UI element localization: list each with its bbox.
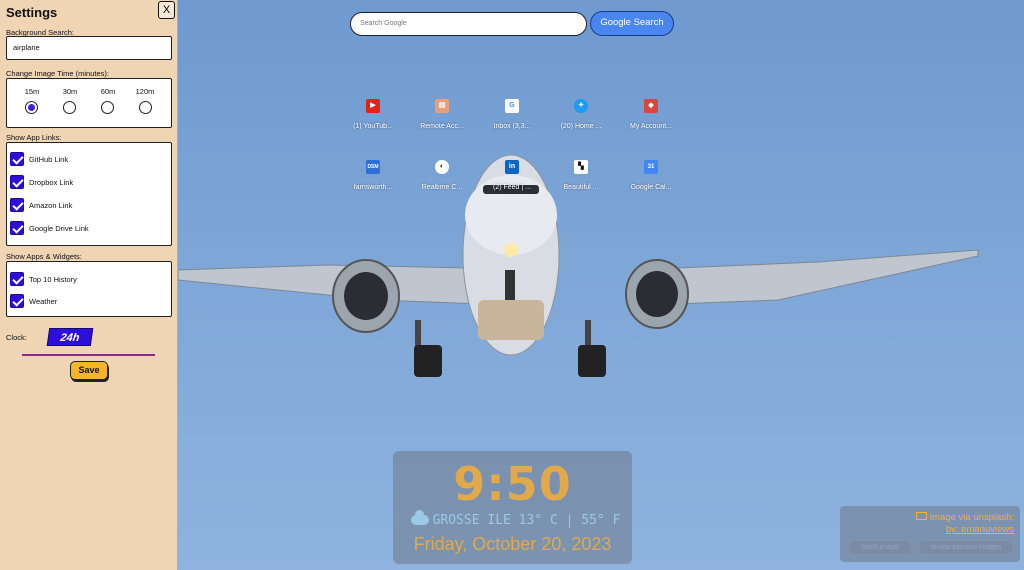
checkbox-row-github[interactable]: GitHub Link xyxy=(10,151,68,167)
attribution-source-text: image via unsplash: xyxy=(930,512,1014,523)
checkbox-checked[interactable] xyxy=(10,152,24,166)
realtime-icon: ◐ xyxy=(435,160,449,174)
search-input[interactable]: Search Google xyxy=(350,12,587,36)
review-blocked-images-button[interactable]: review blocked images xyxy=(918,540,1014,555)
radio-label-30m: 30m xyxy=(62,87,78,96)
shortcut-label: My Account... xyxy=(629,123,673,130)
app-links-label: Show App Links: xyxy=(6,133,62,142)
checkbox-row-google-drive[interactable]: Google Drive Link xyxy=(10,220,89,236)
youtube-icon: ▶ xyxy=(366,99,380,113)
clock-label: Clock: xyxy=(6,333,27,342)
clock-weather-widget: 9:50 GROSSE ILE 13° C | 55° F Friday, Oc… xyxy=(393,451,632,564)
photographer-link[interactable]: by: emanuviews xyxy=(946,524,1014,535)
shortcut-linkedin[interactable]: in (2) Feed | ... xyxy=(477,160,547,204)
radio-15m[interactable] xyxy=(25,101,38,114)
checkbox-checked[interactable] xyxy=(10,198,24,212)
shortcut-my-account[interactable]: ◆ My Account... xyxy=(616,99,686,143)
calendar-icon: 31 xyxy=(644,160,658,174)
shortcut-farnsworth[interactable]: DSM farnsworth... xyxy=(338,160,408,204)
checkbox-checked[interactable] xyxy=(10,294,24,308)
checkbox-label: GitHub Link xyxy=(29,154,69,164)
shortcut-label: (1) YouTub... xyxy=(353,123,393,130)
shortcut-youtube[interactable]: ▶ (1) YouTub... xyxy=(338,99,408,143)
weather-text: GROSSE ILE 13° C | 55° F xyxy=(432,513,621,528)
shortcut-label: Beautiful ... xyxy=(563,184,599,191)
shortcut-label: (2) Feed | ... xyxy=(493,184,531,191)
close-settings-button[interactable]: X xyxy=(158,1,175,19)
image-time-radio-group: 15m 30m 60m 120m xyxy=(6,78,172,128)
twitter-icon: ✦ xyxy=(574,99,588,113)
radio-120m[interactable] xyxy=(139,101,152,114)
linkedin-icon: in xyxy=(505,160,519,174)
cloud-icon xyxy=(410,510,429,525)
image-time-label: Change Image Time (minutes): xyxy=(6,69,109,78)
checkbox-row-dropbox[interactable]: Dropbox Link xyxy=(10,174,73,190)
shortcut-label: (20) Home ... xyxy=(560,123,602,130)
attribution-source: image via unsplash: xyxy=(916,512,1014,523)
shortcut-label: Inbox (3,3... xyxy=(493,123,531,130)
gmail-icon: G xyxy=(505,99,519,113)
checkbox-label: Top 10 History xyxy=(29,274,77,284)
shortcut-google-calendar[interactable]: 31 Google Cal... xyxy=(616,160,686,204)
checkbox-checked[interactable] xyxy=(10,272,24,286)
shortcut-unsplash[interactable]: ▚ Beautiful ... xyxy=(546,160,616,204)
save-button[interactable]: Save xyxy=(70,361,108,380)
radio-label-120m: 120m xyxy=(135,87,155,96)
shortcut-label: Google Cal... xyxy=(630,184,672,191)
unsplash-icon: ▚ xyxy=(574,160,588,174)
google-search-button[interactable]: Google Search xyxy=(590,11,674,36)
widgets-label: Show Apps & Widgets: xyxy=(6,252,82,261)
shortcut-label: farnsworth... xyxy=(353,184,393,191)
radio-30m[interactable] xyxy=(63,101,76,114)
shortcut-remote-access[interactable]: ▤ Remote Acc... xyxy=(407,99,477,143)
remote-access-icon: ▤ xyxy=(435,99,449,113)
checkbox-label: Google Drive Link xyxy=(29,223,89,233)
radio-label-60m: 60m xyxy=(100,87,116,96)
checkbox-row-top-history[interactable]: Top 10 History xyxy=(10,271,77,287)
checkbox-checked[interactable] xyxy=(10,221,24,235)
checkbox-checked[interactable] xyxy=(10,175,24,189)
image-attribution: image via unsplash: by: emanuviews block… xyxy=(840,506,1020,562)
weather-readout: GROSSE ILE 13° C | 55° F xyxy=(403,510,628,528)
checkbox-label: Amazon Link xyxy=(29,200,73,210)
clock-time: 9:50 xyxy=(453,457,572,511)
shortcut-label: Remote Acc... xyxy=(420,123,464,130)
settings-panel: Settings X Background Search: airplane C… xyxy=(0,0,178,570)
account-icon: ◆ xyxy=(644,99,658,113)
clock-format-toggle[interactable]: 24h xyxy=(46,328,94,346)
shortcut-realtime[interactable]: ◐ Realtime C... xyxy=(407,160,477,204)
shortcut-label: Realtime C... xyxy=(421,184,463,191)
checkbox-label: Weather xyxy=(29,296,58,306)
shortcut-inbox[interactable]: G Inbox (3,3... xyxy=(477,99,547,143)
checkbox-row-amazon[interactable]: Amazon Link xyxy=(10,197,72,213)
settings-title: Settings xyxy=(6,5,58,20)
shortcut-twitter[interactable]: ✦ (20) Home ... xyxy=(546,99,616,143)
checkbox-label: Dropbox Link xyxy=(29,177,74,187)
image-icon xyxy=(916,512,928,520)
radio-label-15m: 15m xyxy=(24,87,40,96)
background-search-input[interactable]: airplane xyxy=(6,36,172,60)
checkbox-row-weather[interactable]: Weather xyxy=(10,293,57,309)
dsm-icon: DSM xyxy=(366,160,380,174)
block-image-button[interactable]: block image xyxy=(847,540,913,555)
clock-date: Friday, October 20, 2023 xyxy=(413,534,612,554)
divider xyxy=(22,354,155,356)
radio-60m[interactable] xyxy=(101,101,114,114)
